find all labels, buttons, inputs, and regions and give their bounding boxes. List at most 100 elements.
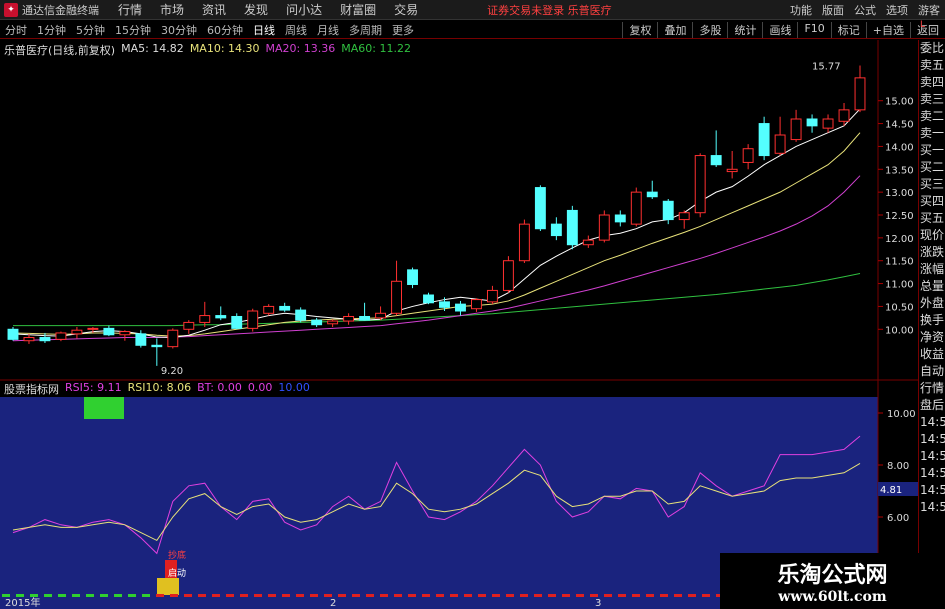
side-panel-item[interactable]: 行情 — [919, 380, 945, 397]
side-panel-item[interactable]: 涨跌 — [919, 244, 945, 261]
tool-draw-line[interactable]: 画线 — [762, 21, 797, 38]
baseline-dash — [646, 594, 654, 597]
side-panel-item[interactable]: 净资 — [919, 329, 945, 346]
tool-add-watchlist[interactable]: +自选 — [865, 21, 910, 38]
side-panel-item[interactable]: 14:50 — [919, 448, 945, 465]
price-tick-label: 11.00 — [885, 280, 914, 291]
candle-up — [247, 310, 259, 329]
candle-down — [566, 209, 578, 246]
period-more[interactable]: 更多 — [392, 22, 414, 38]
candle-down — [151, 344, 163, 348]
candle-up — [183, 321, 195, 330]
side-panel-item[interactable]: 买五 — [919, 210, 945, 227]
price-tick-label: 15.00 — [885, 97, 914, 108]
side-panel-item[interactable]: 外盘 — [919, 295, 945, 312]
menu-layout[interactable]: 版面 — [822, 2, 844, 18]
tool-back[interactable]: 返回 — [910, 21, 945, 38]
period-multi[interactable]: 多周期 — [349, 22, 382, 38]
side-panel-item[interactable]: 现价 — [919, 227, 945, 244]
tool-stats[interactable]: 统计 — [727, 21, 762, 38]
indicator-title[interactable]: 股票指标网 — [4, 381, 59, 397]
baseline-dash — [268, 594, 276, 597]
price-tick-label: 10.50 — [885, 302, 914, 313]
menu-market[interactable]: 市场 — [160, 1, 184, 18]
period-monthly[interactable]: 月线 — [317, 22, 339, 38]
side-panel-item[interactable]: 卖五 — [919, 57, 945, 74]
period-60min[interactable]: 60分钟 — [207, 22, 243, 38]
side-panel-item[interactable]: 换手 — [919, 312, 945, 329]
baseline-dash — [128, 594, 136, 597]
side-panel-item[interactable]: 盘后 — [919, 397, 945, 414]
period-30min[interactable]: 30分钟 — [161, 22, 197, 38]
baseline-dash — [604, 594, 612, 597]
candle-down — [215, 315, 227, 319]
side-panel-item[interactable]: 卖一 — [919, 125, 945, 142]
menu-discover[interactable]: 发现 — [244, 1, 268, 18]
baseline-dash — [492, 594, 500, 597]
period-weekly[interactable]: 周线 — [285, 22, 307, 38]
side-panel-item[interactable]: 买四 — [919, 193, 945, 210]
side-panel-item[interactable]: 总量 — [919, 278, 945, 295]
login-alert[interactable]: 证券交易未登录 乐普医疗 — [487, 2, 612, 18]
candle-up — [87, 327, 99, 330]
start-signal-label: 启动 — [168, 567, 186, 579]
period-15min[interactable]: 15分钟 — [115, 22, 151, 38]
side-panel-item[interactable]: 卖二 — [919, 108, 945, 125]
side-panel-item[interactable]: 14:50 — [919, 482, 945, 499]
guest-user[interactable]: 游客 — [918, 2, 940, 18]
menu-ask[interactable]: 问小达 — [286, 1, 322, 18]
baseline-dash — [562, 594, 570, 597]
menu-wealth[interactable]: 财富圈 — [340, 1, 376, 18]
candle-down — [135, 333, 147, 346]
period-5min[interactable]: 5分钟 — [76, 22, 105, 38]
menu-news[interactable]: 资讯 — [202, 1, 226, 18]
tool-mark[interactable]: 标记 — [830, 21, 866, 38]
candle-down — [439, 301, 450, 308]
tool-restore-rights[interactable]: 复权 — [622, 21, 657, 38]
watermark-url: www.60lt.com — [778, 589, 887, 605]
baseline-dash — [212, 594, 220, 597]
side-panel-item[interactable]: 卖四 — [919, 74, 945, 91]
side-panel-item[interactable]: 14:50 — [919, 465, 945, 482]
side-panel-item[interactable]: 卖三 — [919, 91, 945, 108]
side-panel-item[interactable]: 买二 — [919, 159, 945, 176]
menu-options[interactable]: 选项 — [886, 2, 908, 18]
price-tick-label: 14.00 — [885, 142, 914, 153]
candle-up — [119, 331, 131, 336]
watermark: 乐淘公式网 www.60lt.com — [720, 553, 945, 609]
side-panel-item[interactable]: 买一 — [919, 142, 945, 159]
menu-formula[interactable]: 公式 — [854, 2, 876, 18]
candle-up — [486, 289, 498, 303]
baseline-dash — [296, 594, 304, 597]
tool-overlay[interactable]: 叠加 — [657, 21, 692, 38]
side-panel-item[interactable]: 14:50 — [919, 431, 945, 448]
menu-function[interactable]: 功能 — [790, 2, 812, 18]
candlestick-chart[interactable]: 15.00 14.50 14.00 13.50 13.00 12.50 12.00 11.50… — [0, 40, 918, 609]
candle-up — [263, 305, 275, 314]
side-panel-item[interactable]: 委比 — [919, 40, 945, 57]
period-daily[interactable]: 日线 — [253, 22, 275, 38]
start-signal-bar — [157, 578, 179, 595]
candle-up — [518, 223, 530, 262]
candle-down — [710, 155, 722, 166]
side-panel-item[interactable]: 收益 — [919, 346, 945, 363]
side-panel-item[interactable]: 14:50 — [919, 414, 945, 431]
candle-down — [231, 315, 243, 329]
side-panel-item[interactable]: 自动 — [919, 363, 945, 380]
baseline-dash — [170, 594, 178, 597]
menu-quotes[interactable]: 行情 — [118, 1, 142, 18]
menu-trade[interactable]: 交易 — [394, 1, 418, 18]
side-panel-item[interactable]: 买三 — [919, 176, 945, 193]
tool-f10[interactable]: F10 — [797, 21, 830, 38]
baseline-dash — [450, 594, 458, 597]
buy-signal-label: 抄底 — [168, 549, 186, 561]
side-panel-item[interactable]: 14:50 — [919, 499, 945, 516]
baseline-dash — [114, 594, 122, 597]
side-panel-item[interactable]: 涨幅 — [919, 261, 945, 278]
period-timeshare[interactable]: 分时 — [5, 22, 27, 38]
top-menu-bar: ✦ 通达信金融终端 行情 市场 资讯 发现 问小达 财富圈 交易 证券交易未登录… — [0, 0, 945, 20]
period-1min[interactable]: 1分钟 — [37, 22, 66, 38]
tool-multi-stock[interactable]: 多股 — [692, 21, 727, 38]
baseline-dash — [674, 594, 682, 597]
candle-up — [726, 168, 738, 173]
